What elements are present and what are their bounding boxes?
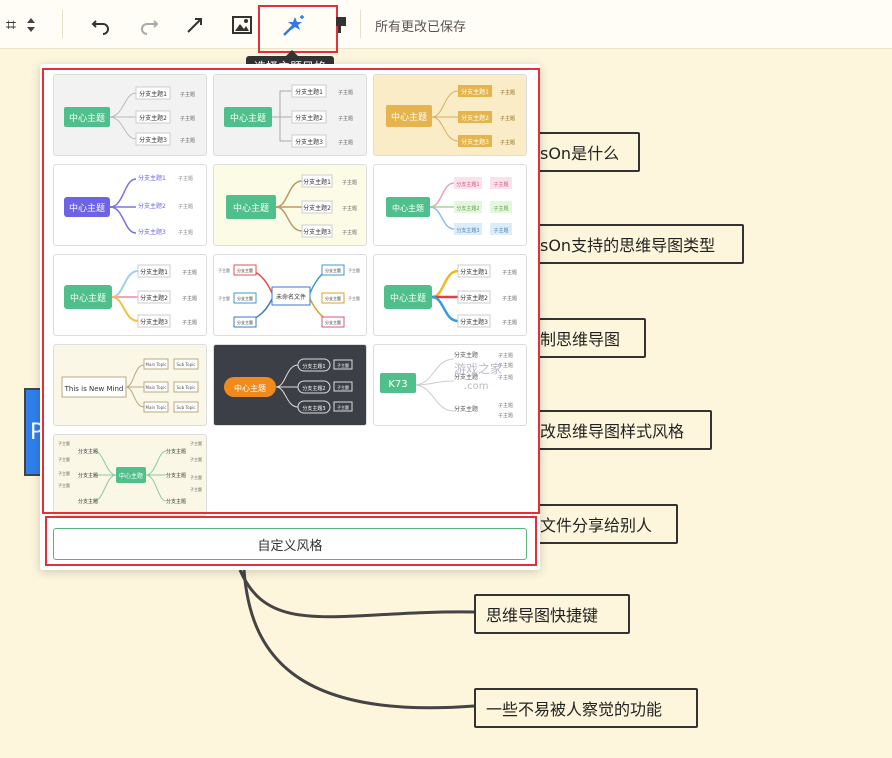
canvas-node[interactable]: 思维导图快捷键 (474, 594, 630, 634)
canvas-node[interactable]: 文件分享给别人 (528, 504, 678, 544)
canvas-node-label: 思维导图快捷键 (486, 606, 599, 625)
custom-style-button[interactable]: 自定义风格 (53, 528, 527, 560)
canvas-node-label: 制思维导图 (540, 330, 621, 349)
canvas-node[interactable]: 改思维导图样式风格 (528, 410, 712, 450)
canvas-node[interactable]: 一些不易被人察觉的功能 (474, 688, 698, 728)
canvas-node[interactable]: 制思维导图 (528, 318, 646, 358)
canvas-node-label: 一些不易被人察觉的功能 (486, 700, 663, 719)
canvas-node-label: sOn是什么 (540, 144, 620, 163)
canvas-node[interactable]: sOn支持的思维导图类型 (528, 224, 744, 264)
canvas-node[interactable]: sOn是什么 (528, 132, 640, 172)
canvas-node-label: 改思维导图样式风格 (540, 422, 685, 441)
canvas-node-label: 文件分享给别人 (540, 516, 653, 535)
theme-grid-highlight (42, 68, 540, 514)
canvas-node-label: sOn支持的思维导图类型 (540, 236, 716, 255)
